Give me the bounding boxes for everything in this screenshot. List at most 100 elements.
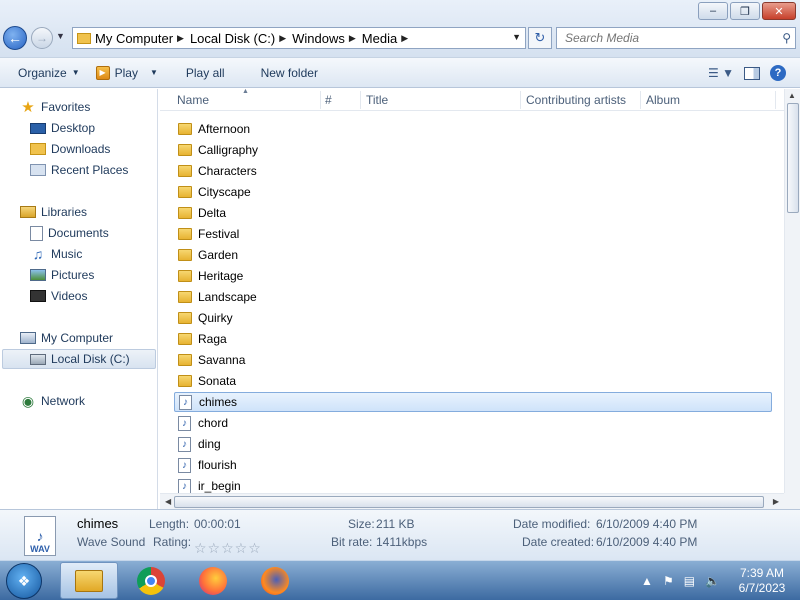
- column-divider[interactable]: [360, 91, 361, 109]
- file-row-cityscape[interactable]: Cityscape: [174, 182, 772, 202]
- sidebar-item-videos[interactable]: Videos: [30, 286, 87, 306]
- sidebar-item-network[interactable]: ◉ Network: [20, 391, 85, 411]
- sidebar-item-documents[interactable]: Documents: [30, 223, 109, 243]
- column-header-artists[interactable]: Contributing artists: [526, 93, 626, 107]
- breadcrumb-media[interactable]: Media ▶: [362, 31, 414, 46]
- horizontal-scrollbar[interactable]: ◀ ▶: [160, 493, 784, 509]
- music-note-icon: ♫: [32, 246, 44, 262]
- desktop-icon: [30, 122, 46, 134]
- column-divider[interactable]: [775, 91, 776, 109]
- file-row-landscape[interactable]: Landscape: [174, 287, 772, 307]
- file-row-chimes[interactable]: ♪ chimes: [174, 392, 772, 412]
- close-button[interactable]: ✕: [762, 2, 796, 20]
- address-bar[interactable]: My Computer ▶ Local Disk (C:) ▶ Windows ▶ M…: [72, 27, 526, 49]
- new-folder-button[interactable]: New folder: [253, 61, 326, 85]
- details-file-name: chimes: [77, 516, 119, 531]
- chevron-right-icon[interactable]: ▶: [401, 33, 408, 44]
- play-all-button[interactable]: Play all: [178, 61, 233, 85]
- breadcrumb-local-disk[interactable]: Local Disk (C:) ▶: [190, 31, 292, 46]
- chevron-right-icon[interactable]: ▶: [349, 33, 356, 44]
- file-row-quirky[interactable]: Quirky: [174, 308, 772, 328]
- organize-button[interactable]: Organize ▼: [10, 61, 88, 85]
- sidebar-item-local-disk[interactable]: Local Disk (C:): [2, 349, 156, 369]
- change-view-icon[interactable]: ☰ ▼: [708, 66, 734, 80]
- help-icon[interactable]: ?: [770, 65, 786, 81]
- search-icon[interactable]: ⚲: [782, 31, 791, 45]
- sidebar-item-favorites[interactable]: ★ Favorites: [20, 97, 90, 117]
- start-button[interactable]: ❖: [6, 563, 42, 599]
- file-row-characters[interactable]: Characters: [174, 161, 772, 181]
- chevron-down-icon[interactable]: ▼: [150, 68, 158, 77]
- refresh-button[interactable]: ↻: [528, 27, 552, 49]
- folder-icon: [178, 291, 192, 303]
- chevron-right-icon[interactable]: ▶: [177, 33, 184, 44]
- sidebar-item-recent-places[interactable]: Recent Places: [30, 160, 128, 180]
- file-name: chord: [198, 416, 229, 430]
- file-name: chimes: [199, 395, 238, 409]
- file-row-calligraphy[interactable]: Calligraphy: [174, 140, 772, 160]
- column-header-album[interactable]: Album: [646, 93, 680, 107]
- minimize-button[interactable]: –: [698, 2, 728, 20]
- column-divider[interactable]: [520, 91, 521, 109]
- search-input[interactable]: [565, 31, 765, 45]
- breadcrumb-windows[interactable]: Windows ▶: [292, 31, 362, 46]
- file-row-chord[interactable]: ♪ chord: [174, 413, 772, 433]
- sidebar-item-music[interactable]: ♫ Music: [30, 244, 83, 264]
- preview-pane-icon[interactable]: [744, 66, 760, 80]
- volume-muted-icon[interactable]: 🔈: [705, 574, 720, 588]
- scroll-right-icon[interactable]: ▶: [773, 497, 779, 506]
- recent-pages-button[interactable]: ▼: [56, 31, 65, 41]
- file-row-afternoon[interactable]: Afternoon: [174, 119, 772, 139]
- play-button[interactable]: ▶ Play ▼: [88, 61, 166, 85]
- forward-button[interactable]: →: [31, 27, 53, 49]
- vertical-scroll-thumb[interactable]: [787, 103, 799, 213]
- hard-disk-icon: [30, 353, 46, 365]
- taskbar-firefox-alt-button[interactable]: [246, 562, 304, 599]
- action-center-flag-icon[interactable]: ⚑: [663, 574, 674, 588]
- back-button[interactable]: ←: [3, 26, 27, 50]
- sidebar-item-libraries[interactable]: Libraries: [20, 202, 87, 222]
- search-box[interactable]: ⚲: [556, 27, 796, 49]
- file-row-ding[interactable]: ♪ ding: [174, 434, 772, 454]
- details-pane: ♪ WAV chimes Wave Sound Length: 00:00:01…: [0, 509, 800, 560]
- maximize-button[interactable]: ❐: [730, 2, 760, 20]
- column-header-title[interactable]: Title: [366, 93, 388, 107]
- file-row-raga[interactable]: Raga: [174, 329, 772, 349]
- sidebar-item-downloads[interactable]: Downloads: [30, 139, 110, 159]
- file-row-heritage[interactable]: Heritage: [174, 266, 772, 286]
- taskbar-explorer-button[interactable]: [60, 562, 118, 599]
- column-header-name[interactable]: Name: [177, 93, 209, 107]
- file-row-garden[interactable]: Garden: [174, 245, 772, 265]
- vertical-scrollbar[interactable]: ▲: [784, 89, 800, 493]
- chevron-right-icon[interactable]: ▶: [279, 33, 286, 44]
- rating-stars[interactable]: ☆☆☆☆☆: [194, 540, 262, 557]
- breadcrumb-my-computer[interactable]: My Computer ▶: [95, 31, 190, 46]
- scroll-left-icon[interactable]: ◀: [165, 497, 171, 506]
- file-row-flourish[interactable]: ♪ flourish: [174, 455, 772, 475]
- column-header-number[interactable]: #: [325, 93, 332, 107]
- sidebar-item-my-computer[interactable]: My Computer: [20, 328, 113, 348]
- network-status-icon[interactable]: ▤: [684, 574, 695, 588]
- column-divider[interactable]: [320, 91, 321, 109]
- file-name: ding: [198, 437, 221, 451]
- horizontal-scroll-thumb[interactable]: [174, 496, 764, 508]
- sidebar-item-desktop[interactable]: Desktop: [30, 118, 95, 138]
- details-file-type: Wave Sound: [77, 535, 146, 549]
- taskbar-firefox-button[interactable]: [184, 562, 242, 599]
- file-row-savanna[interactable]: Savanna: [174, 350, 772, 370]
- file-row-delta[interactable]: Delta: [174, 203, 772, 223]
- chevron-down-icon[interactable]: ▼: [512, 32, 521, 42]
- details-size-label: Size:: [348, 517, 375, 531]
- scroll-up-icon[interactable]: ▲: [788, 91, 796, 100]
- file-row-festival[interactable]: Festival: [174, 224, 772, 244]
- explorer-icon: [75, 569, 103, 592]
- column-headers: ▲ Name # Title Contributing artists Albu…: [160, 88, 784, 111]
- taskbar-chrome-button[interactable]: [122, 562, 180, 599]
- sidebar-item-pictures[interactable]: Pictures: [30, 265, 94, 285]
- clock-date: 6/7/2023: [738, 581, 786, 595]
- file-name: Savanna: [198, 353, 246, 367]
- show-hidden-icons-icon[interactable]: ▲: [641, 574, 653, 588]
- column-divider[interactable]: [640, 91, 641, 109]
- clock[interactable]: 7:39 AM 6/7/2023: [730, 566, 794, 596]
- file-row-sonata[interactable]: Sonata: [174, 371, 772, 391]
